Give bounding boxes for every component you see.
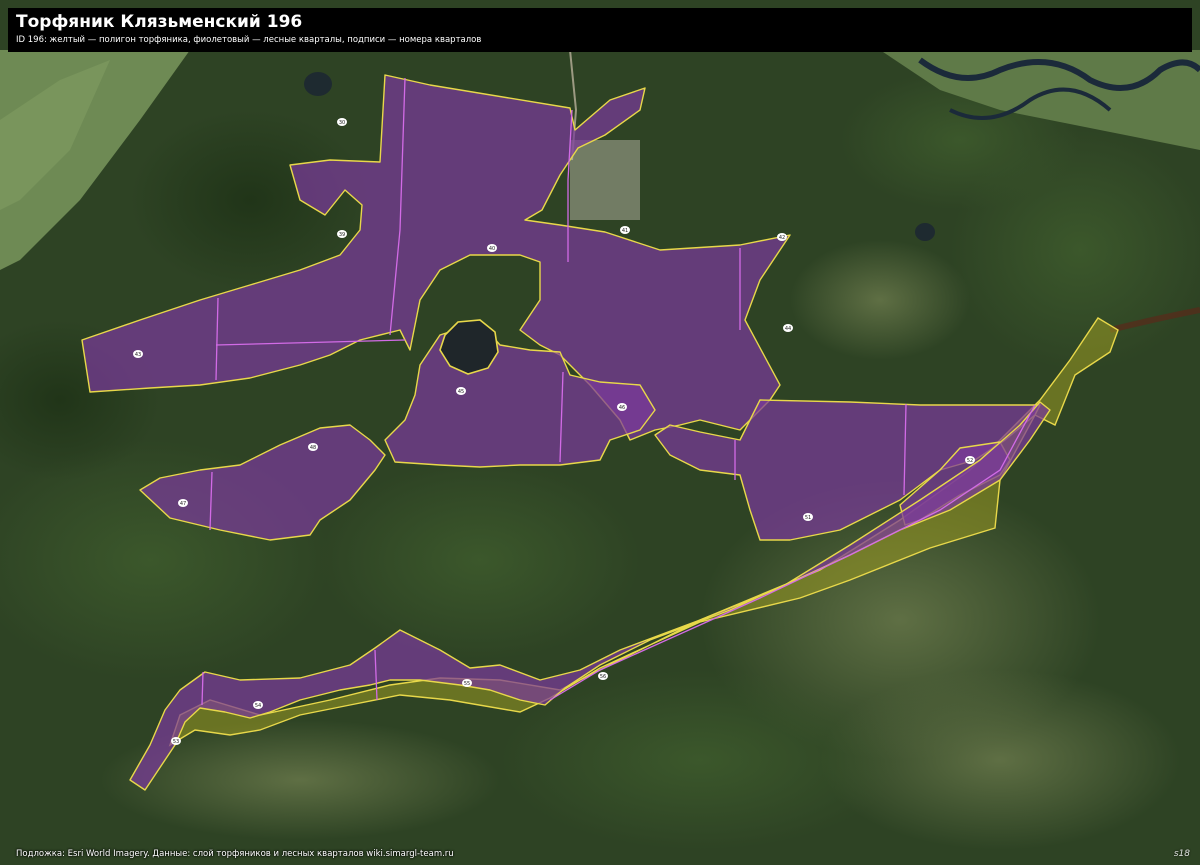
quarter-label-47: 47 [178,499,188,507]
quarter-label-44: 44 [783,324,793,332]
quarter-label-text: 47 [180,501,186,507]
quarter-label-54: 54 [253,701,263,709]
title-bar: Торфяник Клязьменский 196 ID 196: желтый… [8,8,1192,52]
map-subtitle: ID 196: желтый — полигон торфяника, фиол… [16,35,482,45]
quarter-label-30: 30 [337,118,347,126]
quarter-label-text: 51 [805,515,811,521]
quarter-label-45: 45 [456,387,466,395]
quarter-label-56: 56 [598,672,608,680]
quarter-label-text: 56 [600,674,606,680]
quarter-label-40: 40 [487,244,497,252]
quarter-label-text: 39 [339,232,345,238]
quarter-label-text: 55 [464,681,470,687]
quarter-label-48: 48 [308,443,318,451]
quarter-label-46: 46 [617,403,627,411]
map-title: Торфяник Клязьменский 196 [16,12,303,32]
attribution-text: Подложка: Esri World Imagery. Данные: сл… [16,849,454,859]
quarter-label-text: 41 [622,228,628,234]
quarter-label-text: 48 [310,445,316,451]
map-view[interactable]: 30 39 40 41 42 43 44 45 46 47 48 51 52 53 54 55 56 Торфя… [0,0,1200,865]
quarter-label-text: 53 [173,739,179,745]
quarter-label-53: 53 [171,737,181,745]
quarter-label-text: 52 [967,458,973,464]
quarter-label-51: 51 [803,513,813,521]
quarter-label-text: 30 [339,120,345,126]
quarter-label-55: 55 [462,679,472,687]
satellite-imagery: 30 39 40 41 42 43 44 45 46 47 48 51 52 53 54 55 56 [0,0,1200,865]
quarter-label-text: 54 [255,703,261,709]
quarter-label-text: 40 [489,246,495,252]
quarter-label-39: 39 [337,230,347,238]
watermark: s18 [1173,849,1190,859]
quarter-label-43: 43 [133,350,143,358]
quarter-label-42: 42 [777,233,787,241]
quarter-label-text: 45 [458,389,464,395]
quarter-label-52: 52 [965,456,975,464]
quarter-label-text: 46 [619,405,625,411]
quarter-label-41: 41 [620,226,630,234]
quarter-label-text: 43 [135,352,141,358]
quarter-label-text: 42 [779,235,785,241]
quarter-label-text: 44 [785,326,791,332]
